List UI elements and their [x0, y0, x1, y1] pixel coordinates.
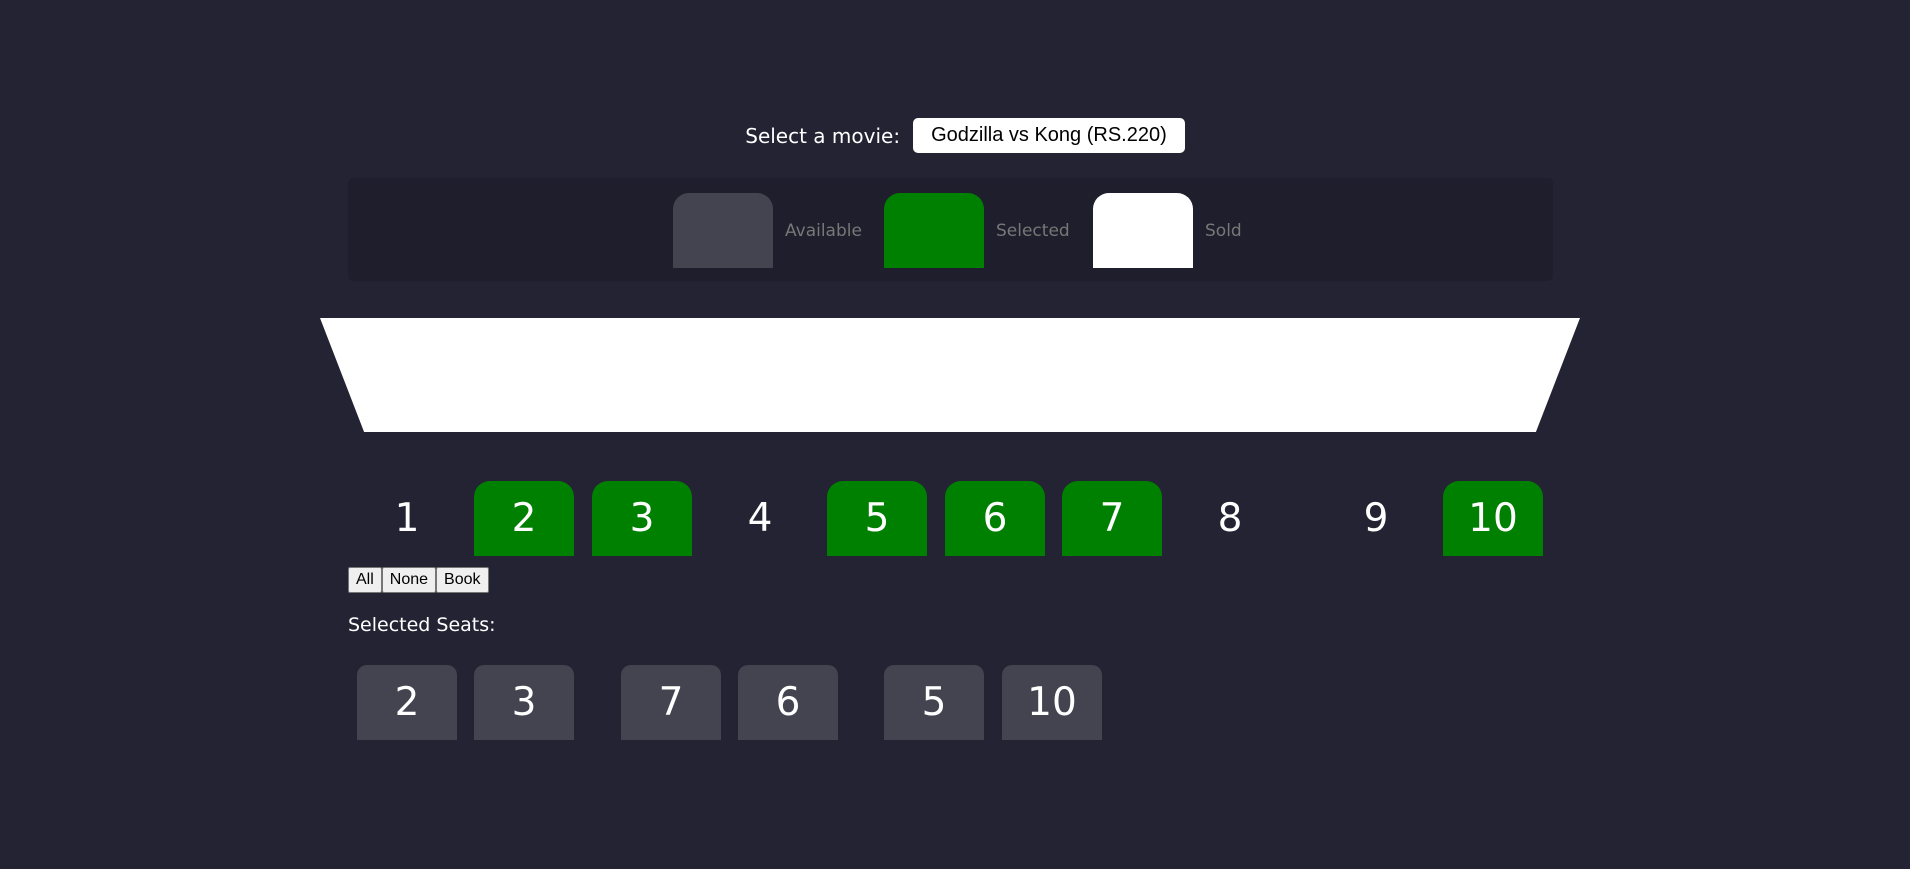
movie-select-label: Select a movie:: [745, 123, 901, 148]
legend-swatch-available: [673, 193, 773, 268]
legend-selected: Selected: [884, 193, 1070, 268]
seat-10[interactable]: 10: [1443, 481, 1543, 556]
select-none-button[interactable]: None: [381, 567, 437, 593]
seat-5[interactable]: 5: [827, 481, 927, 556]
legend-sold: Sold: [1093, 193, 1242, 268]
seat-6[interactable]: 6: [945, 481, 1045, 556]
legend-swatch-sold: [1093, 193, 1193, 268]
legend-label-selected: Selected: [996, 221, 1070, 241]
seat-legend: Available Selected Sold: [348, 178, 1553, 281]
seat-actions: All None Book: [348, 567, 489, 593]
seat-8[interactable]: 8: [1180, 481, 1280, 556]
seat-9[interactable]: 9: [1326, 481, 1426, 556]
selected-seat-chip: 5: [884, 665, 984, 740]
book-button[interactable]: Book: [436, 567, 489, 593]
cinema-screen: [320, 318, 1580, 432]
legend-label-available: Available: [785, 221, 862, 241]
select-all-button[interactable]: All: [348, 567, 382, 593]
legend-available: Available: [673, 193, 862, 268]
seat-1[interactable]: 1: [357, 481, 457, 556]
selected-seat-chip: 2: [357, 665, 457, 740]
selected-seat-chip: 7: [621, 665, 721, 740]
selected-seat-chip: 6: [738, 665, 838, 740]
selected-seats-label: Selected Seats:: [348, 614, 496, 636]
seat-7[interactable]: 7: [1062, 481, 1162, 556]
movie-select-dropdown[interactable]: Godzilla vs Kong (RS.220): [913, 118, 1185, 153]
seat-3[interactable]: 3: [592, 481, 692, 556]
selected-seat-chip: 10: [1002, 665, 1102, 740]
legend-label-sold: Sold: [1205, 221, 1242, 241]
legend-swatch-selected: [884, 193, 984, 268]
selected-seat-chip: 3: [474, 665, 574, 740]
seat-2[interactable]: 2: [474, 481, 574, 556]
seat-4[interactable]: 4: [710, 481, 810, 556]
cinema-booking-page: Select a movie: Godzilla vs Kong (RS.220…: [0, 0, 1910, 869]
movie-selector-row: Select a movie: Godzilla vs Kong (RS.220…: [0, 118, 1910, 153]
